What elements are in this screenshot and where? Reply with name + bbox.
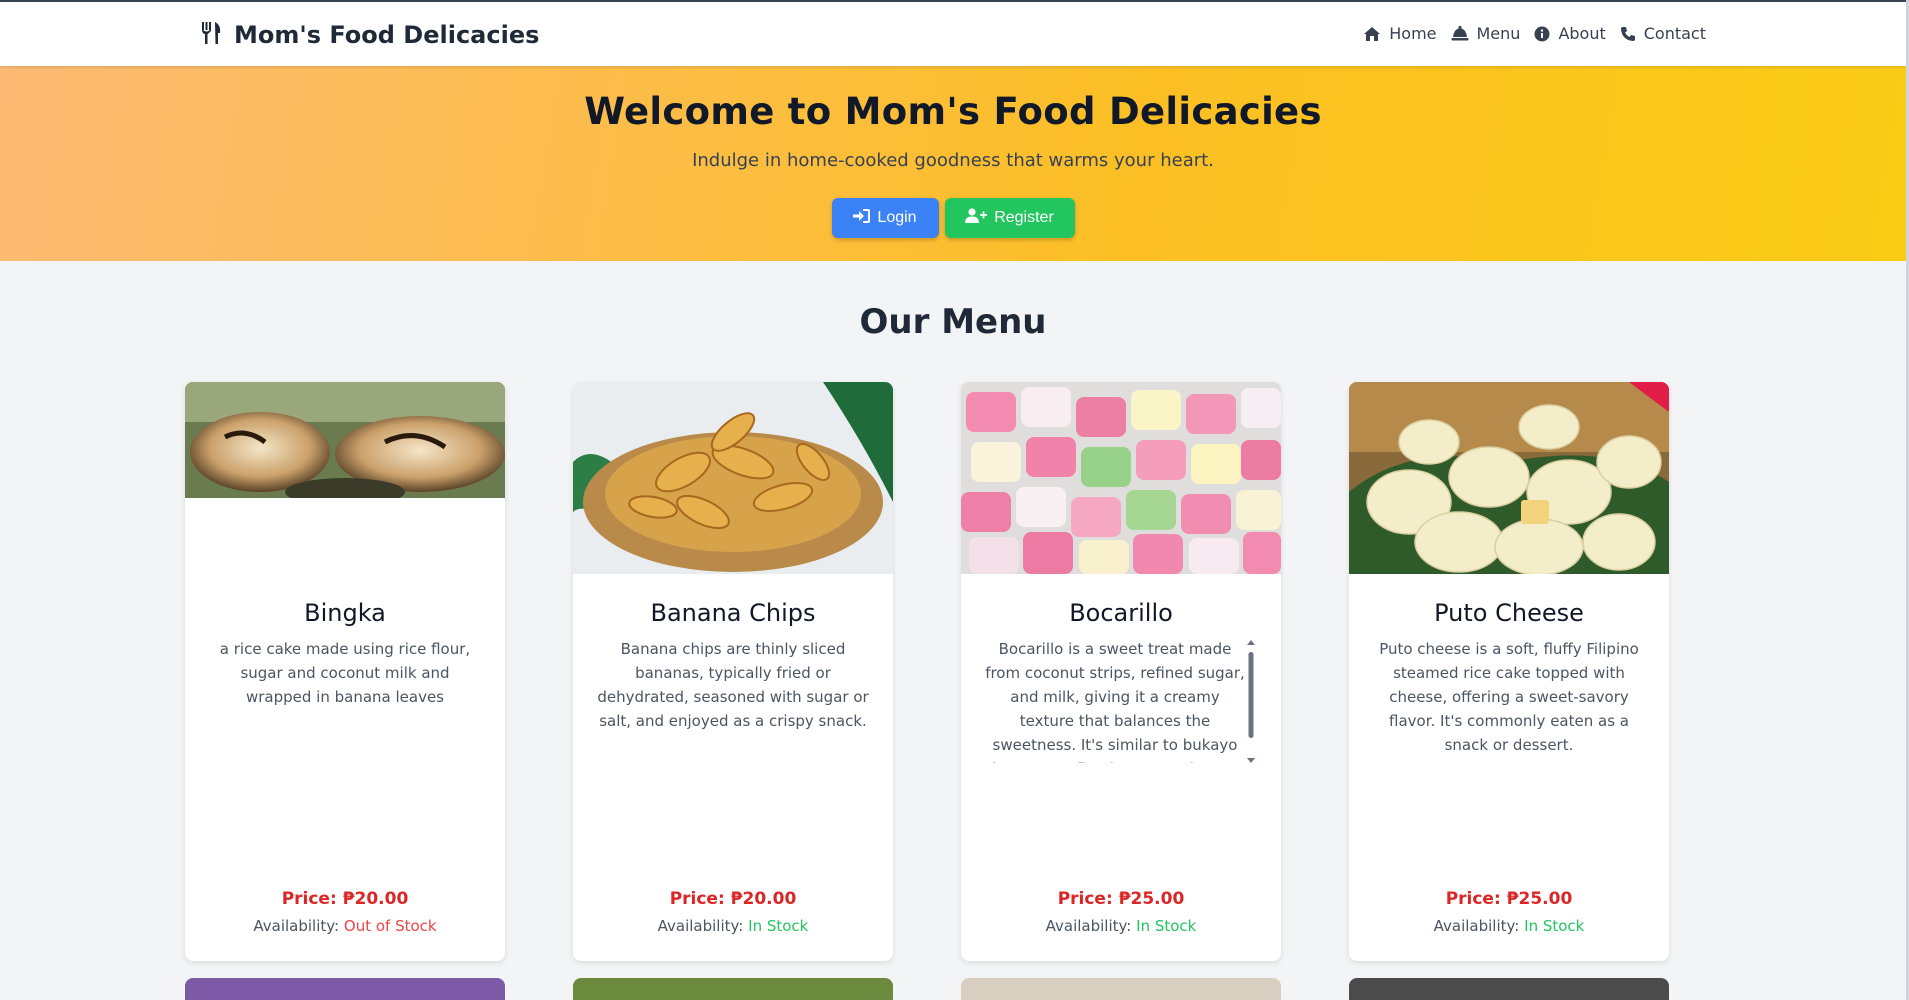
- hero-title: Welcome to Mom's Food Delicacies: [584, 90, 1322, 133]
- food-description: Banana chips are thinly sliced bananas, …: [597, 640, 869, 730]
- menu-card[interactable]: Bocarillo Bocarillo is a sweet treat mad…: [961, 382, 1281, 961]
- price-label: Price:: [669, 889, 725, 909]
- nav-menu-label: Menu: [1476, 24, 1521, 43]
- availability-label: Availability:: [657, 917, 744, 935]
- food-availability: Availability: In Stock: [961, 917, 1281, 935]
- hero-banner: Welcome to Mom's Food Delicacies Indulge…: [0, 66, 1906, 261]
- register-label: Register: [994, 209, 1054, 226]
- food-image-bingka: [185, 382, 505, 498]
- menu-card-peek[interactable]: [961, 978, 1281, 1000]
- navbar: Mom's Food Delicacies Home Menu About Co…: [0, 0, 1906, 66]
- price-value: ₱25.00: [1506, 889, 1573, 909]
- food-name: Bingka: [304, 599, 386, 627]
- price-label: Price:: [1057, 889, 1113, 909]
- food-price: Price: ₱25.00: [961, 889, 1281, 909]
- hero-buttons: Login Register: [0, 198, 1906, 238]
- menu-card[interactable]: Bingka a rice cake made using rice flour…: [185, 382, 505, 961]
- food-name: Bocarillo: [1069, 599, 1173, 627]
- food-price: Price: ₱20.00: [185, 889, 505, 909]
- sign-in-icon: [853, 208, 871, 228]
- brand-name: Mom's Food Delicacies: [234, 21, 540, 49]
- login-button[interactable]: Login: [831, 198, 939, 238]
- price-value: ₱20.00: [730, 889, 797, 909]
- menu-card-peek[interactable]: [185, 978, 505, 1000]
- menu-card-peek[interactable]: [1349, 978, 1669, 1000]
- description-scrollbar[interactable]: [1246, 640, 1256, 764]
- nav-home-label: Home: [1389, 24, 1437, 43]
- food-availability: Availability: In Stock: [573, 917, 893, 935]
- utensils-icon: [200, 21, 222, 49]
- user-plus-icon: [965, 208, 988, 228]
- availability-status: Out of Stock: [343, 917, 437, 935]
- home-icon: [1363, 26, 1381, 42]
- food-description: Puto cheese is a soft, fluffy Filipino s…: [1379, 640, 1639, 754]
- nav-about[interactable]: About: [1534, 24, 1606, 43]
- register-button[interactable]: Register: [944, 198, 1075, 238]
- food-description[interactable]: Bocarillo is a sweet treat made from coc…: [983, 637, 1247, 763]
- availability-status: In Stock: [1524, 917, 1585, 935]
- food-availability: Availability: In Stock: [1349, 917, 1669, 935]
- price-value: ₱25.00: [1118, 889, 1185, 909]
- nav-menu[interactable]: Menu: [1451, 24, 1521, 43]
- food-name: Puto Cheese: [1434, 599, 1584, 627]
- page: Mom's Food Delicacies Home Menu About Co…: [0, 0, 1906, 1000]
- menu-card[interactable]: Puto Cheese Puto cheese is a soft, fluff…: [1349, 382, 1669, 961]
- food-availability: Availability: Out of Stock: [185, 917, 505, 935]
- availability-status: In Stock: [1136, 917, 1197, 935]
- nav-contact-label: Contact: [1643, 24, 1706, 43]
- food-description: a rice cake made using rice flour, sugar…: [219, 640, 471, 706]
- menu-card-peek[interactable]: [573, 978, 893, 1000]
- availability-label: Availability:: [1433, 917, 1520, 935]
- food-image-banana-chips: [573, 382, 893, 574]
- menu-card[interactable]: Banana Chips Banana chips are thinly sli…: [573, 382, 893, 961]
- nav-links: Home Menu About Contact: [1363, 24, 1706, 43]
- nav-contact[interactable]: Contact: [1620, 24, 1706, 43]
- bell-icon: [1451, 25, 1469, 42]
- food-image-bocarillo: [961, 382, 1281, 574]
- nav-home[interactable]: Home: [1363, 24, 1437, 43]
- login-label: Login: [877, 209, 917, 226]
- food-price: Price: ₱20.00: [573, 889, 893, 909]
- phone-icon: [1620, 26, 1636, 42]
- food-price: Price: ₱25.00: [1349, 889, 1669, 909]
- info-icon: [1534, 26, 1550, 42]
- hero-subtitle: Indulge in home-cooked goodness that war…: [692, 150, 1214, 171]
- availability-label: Availability:: [1045, 917, 1132, 935]
- price-value: ₱20.00: [342, 889, 409, 909]
- menu-section-title: Our Menu: [859, 302, 1047, 342]
- availability-label: Availability:: [253, 917, 340, 935]
- availability-status: In Stock: [748, 917, 809, 935]
- price-label: Price:: [1445, 889, 1501, 909]
- nav-about-label: About: [1558, 24, 1606, 43]
- brand[interactable]: Mom's Food Delicacies: [200, 21, 539, 49]
- price-label: Price:: [281, 889, 337, 909]
- food-name: Banana Chips: [650, 599, 816, 627]
- food-image-puto-cheese: [1349, 382, 1669, 574]
